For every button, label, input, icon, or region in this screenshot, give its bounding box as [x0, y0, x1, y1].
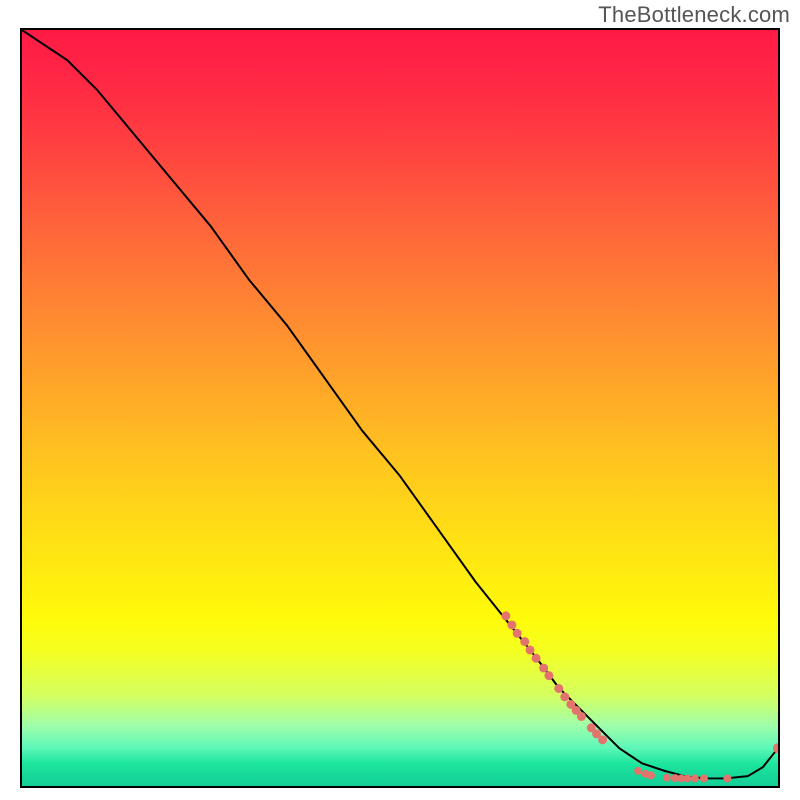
data-point	[598, 735, 607, 744]
chart-svg	[22, 30, 778, 786]
data-point	[723, 774, 731, 782]
watermark-text: TheBottleneck.com	[598, 2, 790, 28]
data-point	[501, 611, 510, 620]
chart-area	[20, 28, 780, 788]
data-point	[647, 771, 655, 779]
data-point	[526, 645, 535, 654]
data-point	[663, 774, 671, 782]
curve-line	[22, 30, 778, 778]
data-point	[513, 629, 522, 638]
data-point	[773, 743, 778, 753]
data-point	[634, 767, 642, 775]
data-point	[691, 774, 699, 782]
scatter-dots	[501, 611, 778, 782]
data-point	[700, 774, 708, 782]
data-point	[539, 664, 548, 673]
data-point	[520, 637, 529, 646]
data-point	[544, 671, 553, 680]
data-point	[532, 654, 541, 663]
data-point	[560, 692, 569, 701]
data-point	[577, 712, 586, 721]
data-point	[507, 620, 516, 629]
data-point	[683, 774, 691, 782]
data-point	[554, 684, 563, 693]
